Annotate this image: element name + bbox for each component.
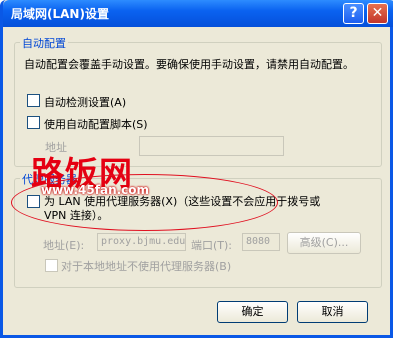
bypass-local-checkbox[interactable] [45, 259, 58, 272]
proxy-port-label: 端口(T): [191, 239, 233, 252]
cancel-button[interactable]: 取消 [297, 301, 368, 323]
auto-config-group-title: 自动配置 [20, 35, 68, 51]
proxy-address-label: 地址(E): [43, 239, 85, 252]
auto-detect-label[interactable]: 自动检测设置(A) [44, 94, 126, 110]
window-title: 局域网(LAN)设置 [11, 7, 109, 21]
title-bar: 局域网(LAN)设置 ? ✕ [3, 0, 393, 27]
lan-settings-dialog: 局域网(LAN)设置 ? ✕ 自动配置 自动配置会覆盖手动设置。要确保使用手动设… [0, 0, 393, 338]
auto-detect-checkbox[interactable] [27, 94, 40, 107]
help-button[interactable]: ? [343, 3, 364, 24]
auto-config-description: 自动配置会覆盖手动设置。要确保使用手动设置，请禁用自动配置。 [24, 58, 354, 71]
script-address-input[interactable] [139, 136, 284, 156]
auto-config-script-label[interactable]: 使用自动配置脚本(S) [44, 116, 148, 132]
bypass-local-label[interactable]: 对于本地地址不使用代理服务器(B) [61, 258, 231, 274]
ok-button[interactable]: 确定 [217, 301, 288, 323]
highlight-ellipse [11, 174, 278, 231]
close-button[interactable]: ✕ [367, 3, 388, 24]
auto-config-script-checkbox[interactable] [27, 116, 40, 129]
proxy-port-input[interactable]: 8080 [242, 233, 280, 251]
advanced-button[interactable]: 高级(C)... [287, 232, 361, 254]
proxy-address-input[interactable]: proxy.bjmu.edu [97, 233, 186, 251]
